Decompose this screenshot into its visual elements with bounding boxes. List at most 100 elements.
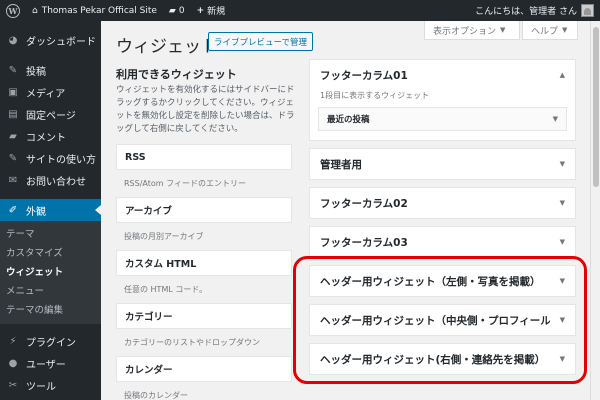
- widget-area-description: 1段目に表示するウィジェット: [320, 91, 430, 100]
- user-icon: ●: [8, 357, 18, 369]
- submenu-item-theme-editor[interactable]: テーマの編集: [0, 301, 101, 320]
- widget-description: RSS/Atom フィードのエントリー: [124, 179, 246, 188]
- sidebar-item-label: 外観: [26, 206, 46, 218]
- live-preview-button[interactable]: ライブプレビューで管理: [208, 32, 313, 51]
- sidebar-item-media[interactable]: ▣ メディア: [0, 81, 101, 103]
- caret-down-icon[interactable]: ▼: [554, 160, 565, 168]
- widget-recent-posts[interactable]: 最近の投稿 ▼: [318, 107, 567, 131]
- widget-area-footer01: フッターカラム01 ▲ 1段目に表示するウィジェット 最近の投稿 ▼: [309, 59, 576, 141]
- available-widgets-title: 利用できるウィジェット: [116, 68, 237, 81]
- widget-categories[interactable]: カテゴリー: [116, 303, 292, 329]
- avatar: [581, 4, 594, 17]
- appearance-submenu: テーマ カスタマイズ ウィジェット メニュー テーマの編集: [0, 221, 101, 324]
- widget-description: 任意の HTML コード。: [124, 285, 208, 294]
- caret-down-icon: ▼: [500, 26, 506, 34]
- comments-link[interactable]: ▰ 0: [163, 0, 191, 21]
- screen-options-button[interactable]: 表示オプション ▼: [424, 21, 520, 40]
- sidebar-item-users[interactable]: ● ユーザー: [0, 352, 101, 374]
- available-widgets-description: ウィジェットを有効化するにはサイドバーにドラッグするかクリックしてください。ウィ…: [116, 85, 295, 134]
- tools-icon: ✂: [8, 379, 18, 391]
- sidebar-item-dashboard[interactable]: ◕ ダッシュボード: [0, 29, 101, 51]
- caret-down-icon[interactable]: ▼: [553, 115, 558, 123]
- new-content-link[interactable]: + 新規: [191, 0, 232, 21]
- sidebar-item-posts[interactable]: ✎ 投稿: [0, 59, 101, 81]
- widget-rss[interactable]: RSS: [116, 144, 292, 170]
- plus-icon: +: [196, 5, 205, 16]
- caret-down-icon: ▼: [562, 26, 568, 34]
- sidebar-item-label: サイトの使い方: [26, 154, 96, 166]
- appearance-icon: ✐: [8, 204, 18, 216]
- widget-area-footer03: フッターカラム03 ▼: [309, 226, 576, 258]
- widget-area-title: ヘッダー用ウィジェット（中央側・プロフィール）: [320, 314, 550, 327]
- sidebar-item-label: コメント: [26, 132, 66, 144]
- sidebar-item-label: お問い合わせ: [26, 176, 86, 188]
- page-scrollbar[interactable]: [590, 21, 600, 400]
- sidebar-item-label: ユーザー: [26, 359, 66, 371]
- pin-icon: ✎: [8, 152, 18, 164]
- mail-icon: ✉: [8, 174, 18, 186]
- page-title: ウィジェット: [116, 37, 218, 57]
- caret-up-icon[interactable]: ▲: [554, 71, 565, 79]
- home-icon: ⌂: [32, 5, 38, 16]
- widget-area-title: ヘッダー用ウィジェット(右側・連絡先を掲載）: [320, 353, 546, 366]
- widget-description: 投稿のカレンダー: [124, 391, 188, 400]
- widget-area-header[interactable]: 管理者用 ▼: [310, 149, 575, 179]
- sidebar-item-tools[interactable]: ✂ ツール: [0, 374, 101, 396]
- caret-down-icon[interactable]: ▼: [554, 355, 565, 363]
- widget-area-header[interactable]: ヘッダー用ウィジェット（左側・写真を掲載） ▼: [310, 266, 575, 296]
- submenu-item-themes[interactable]: テーマ: [0, 225, 101, 244]
- comment-icon: ▰: [9, 130, 17, 142]
- scrollbar-thumb[interactable]: [593, 27, 599, 187]
- sidebar-item-site-usage[interactable]: ✎ サイトの使い方: [0, 147, 101, 169]
- widget-area-header-left: ヘッダー用ウィジェット（左側・写真を掲載） ▼: [309, 265, 576, 297]
- sidebar-item-label: プラグイン: [26, 337, 76, 349]
- caret-down-icon[interactable]: ▼: [554, 238, 565, 246]
- media-icon: ▣: [8, 86, 18, 98]
- wordpress-logo-icon[interactable]: W: [0, 0, 26, 21]
- comment-icon: ▰: [168, 5, 176, 16]
- widget-archives[interactable]: アーカイブ: [116, 197, 292, 223]
- sidebar-item-label: ダッシュボード: [26, 36, 96, 48]
- widget-area-header[interactable]: フッターカラム01 ▲: [310, 60, 575, 90]
- widget-area-admin: 管理者用 ▼: [309, 148, 576, 180]
- widget-custom-html[interactable]: カスタム HTML: [116, 250, 292, 276]
- widget-area-header[interactable]: ヘッダー用ウィジェット（中央側・プロフィール） ▼: [310, 305, 575, 335]
- widget-area-title: フッターカラム03: [320, 236, 408, 249]
- sidebar-item-contact[interactable]: ✉ お問い合わせ: [0, 169, 101, 191]
- widget-area-header[interactable]: フッターカラム03 ▼: [310, 227, 575, 257]
- admin-sidebar: ◕ ダッシュボード ✎ 投稿 ▣ メディア ▤ 固定ページ ▰ コメント ✎ サ…: [0, 21, 101, 400]
- sidebar-item-settings[interactable]: ▦ 設定: [0, 396, 101, 400]
- submenu-item-customize[interactable]: カスタマイズ: [0, 244, 101, 263]
- pin-icon: ✎: [8, 64, 18, 76]
- page-icon: ▤: [8, 108, 18, 120]
- screen-options-label: 表示オプション: [433, 26, 497, 37]
- sidebar-item-label: メディア: [26, 88, 66, 100]
- sidebar-item-plugins[interactable]: ⚡ プラグイン: [0, 330, 101, 352]
- comments-count: 0: [178, 5, 185, 16]
- widget-area-header[interactable]: ヘッダー用ウィジェット(右側・連絡先を掲載） ▼: [310, 344, 575, 374]
- widget-area-header[interactable]: フッターカラム02 ▼: [310, 188, 575, 218]
- sidebar-item-pages[interactable]: ▤ 固定ページ: [0, 103, 101, 125]
- sidebar-item-appearance[interactable]: ✐ 外観: [0, 199, 101, 221]
- widget-calendar[interactable]: カレンダー: [116, 356, 292, 382]
- sidebar-item-label: ツール: [26, 381, 56, 393]
- available-widgets-list: RSS RSS/Atom フィードのエントリー アーカイブ 投稿の月別アーカイブ…: [116, 144, 292, 400]
- sidebar-item-label: 投稿: [26, 66, 46, 78]
- submenu-item-widgets[interactable]: ウィジェット: [0, 263, 101, 282]
- caret-down-icon[interactable]: ▼: [554, 316, 565, 324]
- site-name-link[interactable]: ⌂ Thomas Pekar Offical Site: [26, 0, 163, 21]
- plugin-icon: ⚡: [9, 335, 17, 347]
- widget-title: 最近の投稿: [327, 115, 370, 125]
- submenu-item-menus[interactable]: メニュー: [0, 282, 101, 301]
- caret-down-icon[interactable]: ▼: [554, 277, 565, 285]
- admin-bar: W ⌂ Thomas Pekar Offical Site ▰ 0 + 新規 こ…: [0, 0, 600, 21]
- widget-area-title: フッターカラム02: [320, 197, 408, 210]
- site-name: Thomas Pekar Offical Site: [41, 5, 157, 16]
- widget-area-header-center: ヘッダー用ウィジェット（中央側・プロフィール） ▼: [309, 304, 576, 336]
- help-button[interactable]: ヘルプ ▼: [522, 21, 578, 40]
- my-account-link[interactable]: こんにちは、管理者 さん: [475, 4, 600, 17]
- caret-down-icon[interactable]: ▼: [554, 199, 565, 207]
- help-label: ヘルプ: [531, 26, 559, 37]
- sidebar-item-comments[interactable]: ▰ コメント: [0, 125, 101, 147]
- widget-description: 投稿の月別アーカイブ: [124, 232, 204, 241]
